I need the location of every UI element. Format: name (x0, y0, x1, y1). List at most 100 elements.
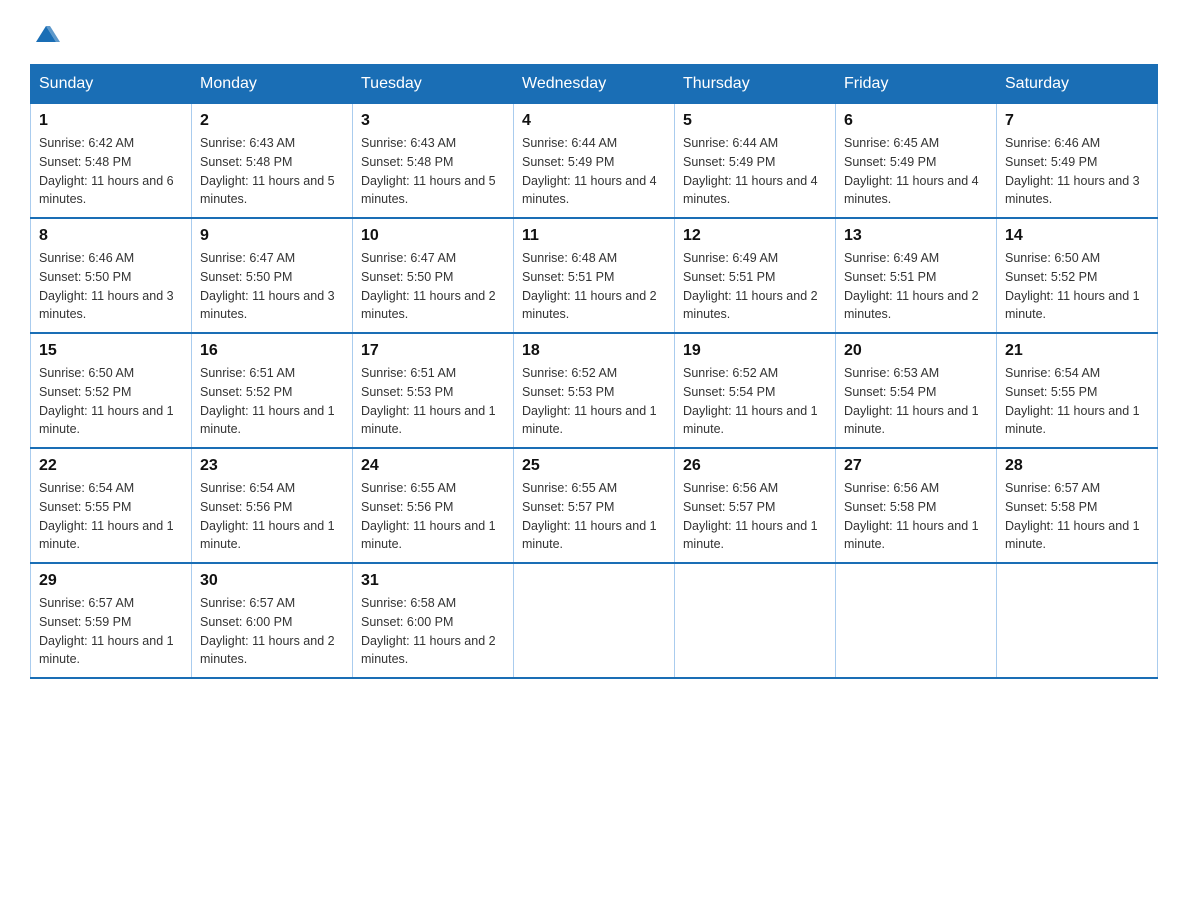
calendar-header-row: SundayMondayTuesdayWednesdayThursdayFrid… (31, 65, 1158, 104)
day-number: 29 (39, 572, 183, 590)
calendar-cell: 20 Sunrise: 6:53 AMSunset: 5:54 PMDaylig… (836, 333, 997, 448)
column-header-friday: Friday (836, 65, 997, 104)
day-info: Sunrise: 6:49 AMSunset: 5:51 PMDaylight:… (683, 249, 827, 324)
day-number: 4 (522, 112, 666, 130)
calendar-cell: 17 Sunrise: 6:51 AMSunset: 5:53 PMDaylig… (353, 333, 514, 448)
calendar-week-2: 8 Sunrise: 6:46 AMSunset: 5:50 PMDayligh… (31, 218, 1158, 333)
day-number: 3 (361, 112, 505, 130)
calendar-cell: 25 Sunrise: 6:55 AMSunset: 5:57 PMDaylig… (514, 448, 675, 563)
day-info: Sunrise: 6:55 AMSunset: 5:56 PMDaylight:… (361, 479, 505, 554)
column-header-monday: Monday (192, 65, 353, 104)
day-number: 9 (200, 227, 344, 245)
calendar-table: SundayMondayTuesdayWednesdayThursdayFrid… (30, 64, 1158, 679)
day-info: Sunrise: 6:57 AMSunset: 5:58 PMDaylight:… (1005, 479, 1149, 554)
calendar-cell: 13 Sunrise: 6:49 AMSunset: 5:51 PMDaylig… (836, 218, 997, 333)
calendar-cell: 10 Sunrise: 6:47 AMSunset: 5:50 PMDaylig… (353, 218, 514, 333)
day-number: 27 (844, 457, 988, 475)
day-info: Sunrise: 6:47 AMSunset: 5:50 PMDaylight:… (361, 249, 505, 324)
day-info: Sunrise: 6:54 AMSunset: 5:55 PMDaylight:… (39, 479, 183, 554)
day-number: 5 (683, 112, 827, 130)
day-number: 28 (1005, 457, 1149, 475)
calendar-cell: 23 Sunrise: 6:54 AMSunset: 5:56 PMDaylig… (192, 448, 353, 563)
day-number: 7 (1005, 112, 1149, 130)
calendar-cell (514, 563, 675, 678)
day-info: Sunrise: 6:48 AMSunset: 5:51 PMDaylight:… (522, 249, 666, 324)
day-info: Sunrise: 6:55 AMSunset: 5:57 PMDaylight:… (522, 479, 666, 554)
day-number: 11 (522, 227, 666, 245)
calendar-cell: 14 Sunrise: 6:50 AMSunset: 5:52 PMDaylig… (997, 218, 1158, 333)
day-info: Sunrise: 6:56 AMSunset: 5:57 PMDaylight:… (683, 479, 827, 554)
calendar-cell (836, 563, 997, 678)
column-header-wednesday: Wednesday (514, 65, 675, 104)
day-number: 8 (39, 227, 183, 245)
calendar-cell: 26 Sunrise: 6:56 AMSunset: 5:57 PMDaylig… (675, 448, 836, 563)
day-info: Sunrise: 6:58 AMSunset: 6:00 PMDaylight:… (361, 594, 505, 669)
day-number: 18 (522, 342, 666, 360)
day-info: Sunrise: 6:57 AMSunset: 5:59 PMDaylight:… (39, 594, 183, 669)
day-info: Sunrise: 6:43 AMSunset: 5:48 PMDaylight:… (200, 134, 344, 209)
calendar-cell: 28 Sunrise: 6:57 AMSunset: 5:58 PMDaylig… (997, 448, 1158, 563)
calendar-cell: 30 Sunrise: 6:57 AMSunset: 6:00 PMDaylig… (192, 563, 353, 678)
calendar-week-4: 22 Sunrise: 6:54 AMSunset: 5:55 PMDaylig… (31, 448, 1158, 563)
day-number: 12 (683, 227, 827, 245)
calendar-cell: 21 Sunrise: 6:54 AMSunset: 5:55 PMDaylig… (997, 333, 1158, 448)
calendar-week-1: 1 Sunrise: 6:42 AMSunset: 5:48 PMDayligh… (31, 104, 1158, 219)
day-number: 13 (844, 227, 988, 245)
day-info: Sunrise: 6:42 AMSunset: 5:48 PMDaylight:… (39, 134, 183, 209)
calendar-cell: 29 Sunrise: 6:57 AMSunset: 5:59 PMDaylig… (31, 563, 192, 678)
day-number: 15 (39, 342, 183, 360)
logo-icon (32, 20, 60, 48)
day-info: Sunrise: 6:44 AMSunset: 5:49 PMDaylight:… (522, 134, 666, 209)
day-number: 6 (844, 112, 988, 130)
day-info: Sunrise: 6:52 AMSunset: 5:54 PMDaylight:… (683, 364, 827, 439)
calendar-cell: 2 Sunrise: 6:43 AMSunset: 5:48 PMDayligh… (192, 104, 353, 219)
day-info: Sunrise: 6:50 AMSunset: 5:52 PMDaylight:… (39, 364, 183, 439)
calendar-cell: 9 Sunrise: 6:47 AMSunset: 5:50 PMDayligh… (192, 218, 353, 333)
calendar-cell: 4 Sunrise: 6:44 AMSunset: 5:49 PMDayligh… (514, 104, 675, 219)
calendar-cell: 27 Sunrise: 6:56 AMSunset: 5:58 PMDaylig… (836, 448, 997, 563)
calendar-week-3: 15 Sunrise: 6:50 AMSunset: 5:52 PMDaylig… (31, 333, 1158, 448)
day-info: Sunrise: 6:52 AMSunset: 5:53 PMDaylight:… (522, 364, 666, 439)
day-info: Sunrise: 6:44 AMSunset: 5:49 PMDaylight:… (683, 134, 827, 209)
day-number: 14 (1005, 227, 1149, 245)
day-info: Sunrise: 6:46 AMSunset: 5:49 PMDaylight:… (1005, 134, 1149, 209)
day-number: 16 (200, 342, 344, 360)
day-info: Sunrise: 6:57 AMSunset: 6:00 PMDaylight:… (200, 594, 344, 669)
calendar-cell: 8 Sunrise: 6:46 AMSunset: 5:50 PMDayligh… (31, 218, 192, 333)
day-info: Sunrise: 6:54 AMSunset: 5:56 PMDaylight:… (200, 479, 344, 554)
calendar-cell: 3 Sunrise: 6:43 AMSunset: 5:48 PMDayligh… (353, 104, 514, 219)
calendar-week-5: 29 Sunrise: 6:57 AMSunset: 5:59 PMDaylig… (31, 563, 1158, 678)
calendar-cell: 15 Sunrise: 6:50 AMSunset: 5:52 PMDaylig… (31, 333, 192, 448)
day-number: 22 (39, 457, 183, 475)
calendar-cell: 24 Sunrise: 6:55 AMSunset: 5:56 PMDaylig… (353, 448, 514, 563)
day-number: 1 (39, 112, 183, 130)
column-header-thursday: Thursday (675, 65, 836, 104)
day-info: Sunrise: 6:53 AMSunset: 5:54 PMDaylight:… (844, 364, 988, 439)
day-number: 10 (361, 227, 505, 245)
day-number: 19 (683, 342, 827, 360)
column-header-saturday: Saturday (997, 65, 1158, 104)
day-info: Sunrise: 6:50 AMSunset: 5:52 PMDaylight:… (1005, 249, 1149, 324)
day-info: Sunrise: 6:56 AMSunset: 5:58 PMDaylight:… (844, 479, 988, 554)
day-number: 31 (361, 572, 505, 590)
day-number: 24 (361, 457, 505, 475)
day-number: 25 (522, 457, 666, 475)
calendar-cell: 16 Sunrise: 6:51 AMSunset: 5:52 PMDaylig… (192, 333, 353, 448)
day-info: Sunrise: 6:45 AMSunset: 5:49 PMDaylight:… (844, 134, 988, 209)
column-header-sunday: Sunday (31, 65, 192, 104)
calendar-cell: 22 Sunrise: 6:54 AMSunset: 5:55 PMDaylig… (31, 448, 192, 563)
calendar-cell: 11 Sunrise: 6:48 AMSunset: 5:51 PMDaylig… (514, 218, 675, 333)
calendar-cell: 5 Sunrise: 6:44 AMSunset: 5:49 PMDayligh… (675, 104, 836, 219)
day-number: 21 (1005, 342, 1149, 360)
calendar-cell: 1 Sunrise: 6:42 AMSunset: 5:48 PMDayligh… (31, 104, 192, 219)
day-number: 2 (200, 112, 344, 130)
page-header (30, 20, 1158, 44)
calendar-cell: 19 Sunrise: 6:52 AMSunset: 5:54 PMDaylig… (675, 333, 836, 448)
calendar-cell: 31 Sunrise: 6:58 AMSunset: 6:00 PMDaylig… (353, 563, 514, 678)
day-info: Sunrise: 6:43 AMSunset: 5:48 PMDaylight:… (361, 134, 505, 209)
calendar-cell: 7 Sunrise: 6:46 AMSunset: 5:49 PMDayligh… (997, 104, 1158, 219)
day-number: 23 (200, 457, 344, 475)
column-header-tuesday: Tuesday (353, 65, 514, 104)
day-number: 20 (844, 342, 988, 360)
day-info: Sunrise: 6:51 AMSunset: 5:52 PMDaylight:… (200, 364, 344, 439)
